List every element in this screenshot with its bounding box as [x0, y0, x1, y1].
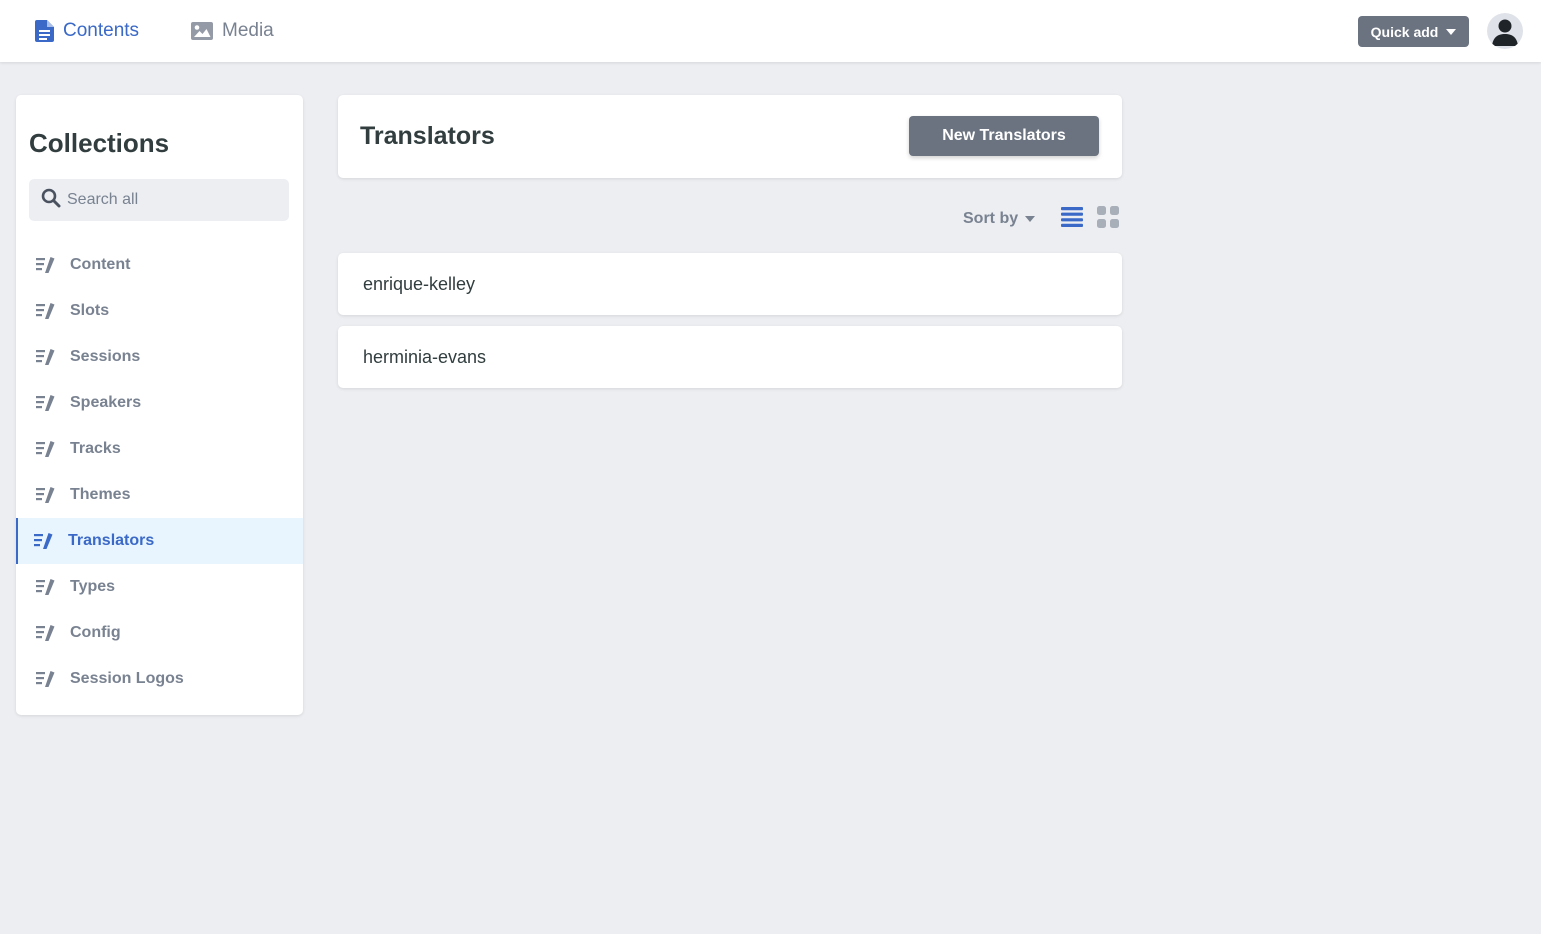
new-entry-button[interactable]: New Translators: [909, 116, 1099, 156]
chevron-down-icon: [1446, 28, 1457, 35]
tab-contents-label: Contents: [63, 20, 140, 41]
write-icon: [36, 625, 55, 641]
sidebar-item-sessions[interactable]: Sessions: [16, 334, 303, 380]
quick-add-button[interactable]: Quick add: [1358, 16, 1469, 47]
sidebar-item-label: Config: [70, 624, 121, 641]
sidebar-item-label: Session Logos: [70, 670, 184, 687]
search-box[interactable]: [29, 179, 289, 221]
sidebar-item-config[interactable]: Config: [16, 610, 303, 656]
collection-list: Content Slots Sessions Speakers Tracks T…: [16, 242, 303, 702]
sort-by-label: Sort by: [963, 210, 1019, 227]
sidebar-item-slots[interactable]: Slots: [16, 288, 303, 334]
sidebar-item-types[interactable]: Types: [16, 564, 303, 610]
sidebar-item-session-logos[interactable]: Session Logos: [16, 656, 303, 702]
write-icon: [36, 395, 55, 411]
document-icon: [35, 20, 54, 42]
tab-media[interactable]: Media: [191, 0, 274, 62]
sidebar-item-translators[interactable]: Translators: [16, 518, 303, 564]
sort-by-dropdown[interactable]: Sort by: [963, 210, 1036, 228]
write-icon: [34, 533, 53, 549]
sidebar-item-label: Tracks: [70, 440, 121, 457]
page-title: Translators: [360, 122, 495, 150]
write-icon: [36, 303, 55, 319]
write-icon: [36, 349, 55, 365]
grid-view-icon: [1097, 205, 1120, 228]
search-input[interactable]: [67, 191, 277, 209]
user-icon: [1492, 19, 1518, 46]
write-icon: [36, 487, 55, 503]
entry-title: enrique-kelley: [363, 273, 476, 294]
user-avatar[interactable]: [1487, 13, 1523, 49]
write-icon: [36, 671, 55, 687]
list-view-icon: [1061, 206, 1084, 227]
sidebar-title: Collections: [29, 128, 170, 158]
sidebar-item-label: Themes: [70, 486, 131, 503]
sidebar-item-label: Slots: [70, 302, 110, 319]
entry-title: herminia-evans: [363, 346, 487, 367]
entries-toolbar: Sort by: [963, 203, 1120, 235]
sidebar-item-label: Sessions: [70, 348, 141, 365]
sidebar-item-label: Speakers: [70, 394, 142, 411]
sidebar-item-label: Content: [70, 256, 131, 273]
collection-header: Translators New Translators: [338, 95, 1122, 178]
grid-view-button[interactable]: [1097, 205, 1120, 233]
quick-add-label: Quick add: [1370, 23, 1439, 40]
write-icon: [36, 257, 55, 273]
chevron-down-icon: [1025, 216, 1036, 222]
write-icon: [36, 441, 55, 457]
list-view-button[interactable]: [1061, 206, 1084, 233]
sidebar-item-speakers[interactable]: Speakers: [16, 380, 303, 426]
collections-sidebar: Collections Content Slots Sessions Speak…: [16, 95, 303, 715]
write-icon: [36, 579, 55, 595]
tab-media-label: Media: [222, 20, 274, 41]
list-item[interactable]: herminia-evans: [338, 326, 1122, 388]
list-item[interactable]: enrique-kelley: [338, 253, 1122, 315]
sidebar-item-tracks[interactable]: Tracks: [16, 426, 303, 472]
sidebar-item-content[interactable]: Content: [16, 242, 303, 288]
image-icon: [191, 22, 213, 40]
top-navigation-bar: Contents Media Quick add: [0, 0, 1541, 62]
sidebar-item-themes[interactable]: Themes: [16, 472, 303, 518]
sidebar-item-label: Types: [70, 578, 116, 595]
search-icon: [41, 188, 61, 213]
tab-contents[interactable]: Contents: [35, 0, 139, 62]
sidebar-item-label: Translators: [68, 532, 155, 549]
